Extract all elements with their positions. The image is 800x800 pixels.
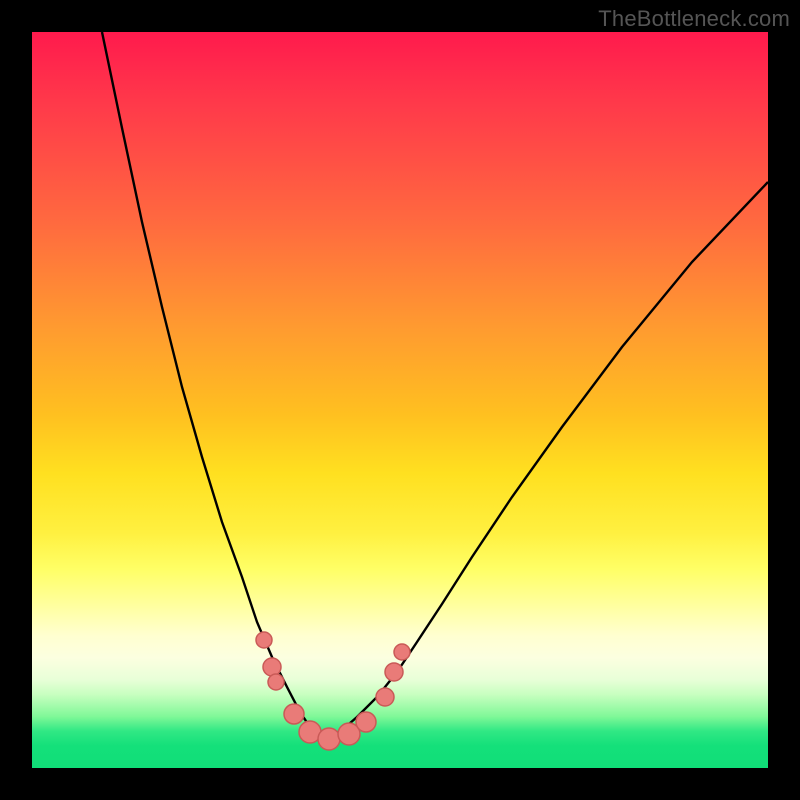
curve-marker: [263, 658, 281, 676]
curve-marker: [284, 704, 304, 724]
chart-frame: TheBottleneck.com: [0, 0, 800, 800]
curve-marker: [376, 688, 394, 706]
curve-marker: [318, 728, 340, 750]
watermark-text: TheBottleneck.com: [598, 6, 790, 32]
curve-marker: [394, 644, 410, 660]
curve-marker: [385, 663, 403, 681]
bottleneck-curve: [102, 32, 768, 737]
curve-markers: [256, 632, 410, 750]
curve-marker: [268, 674, 284, 690]
curve-marker: [356, 712, 376, 732]
plot-area: [32, 32, 768, 768]
curve-layer: [32, 32, 768, 768]
curve-marker: [256, 632, 272, 648]
